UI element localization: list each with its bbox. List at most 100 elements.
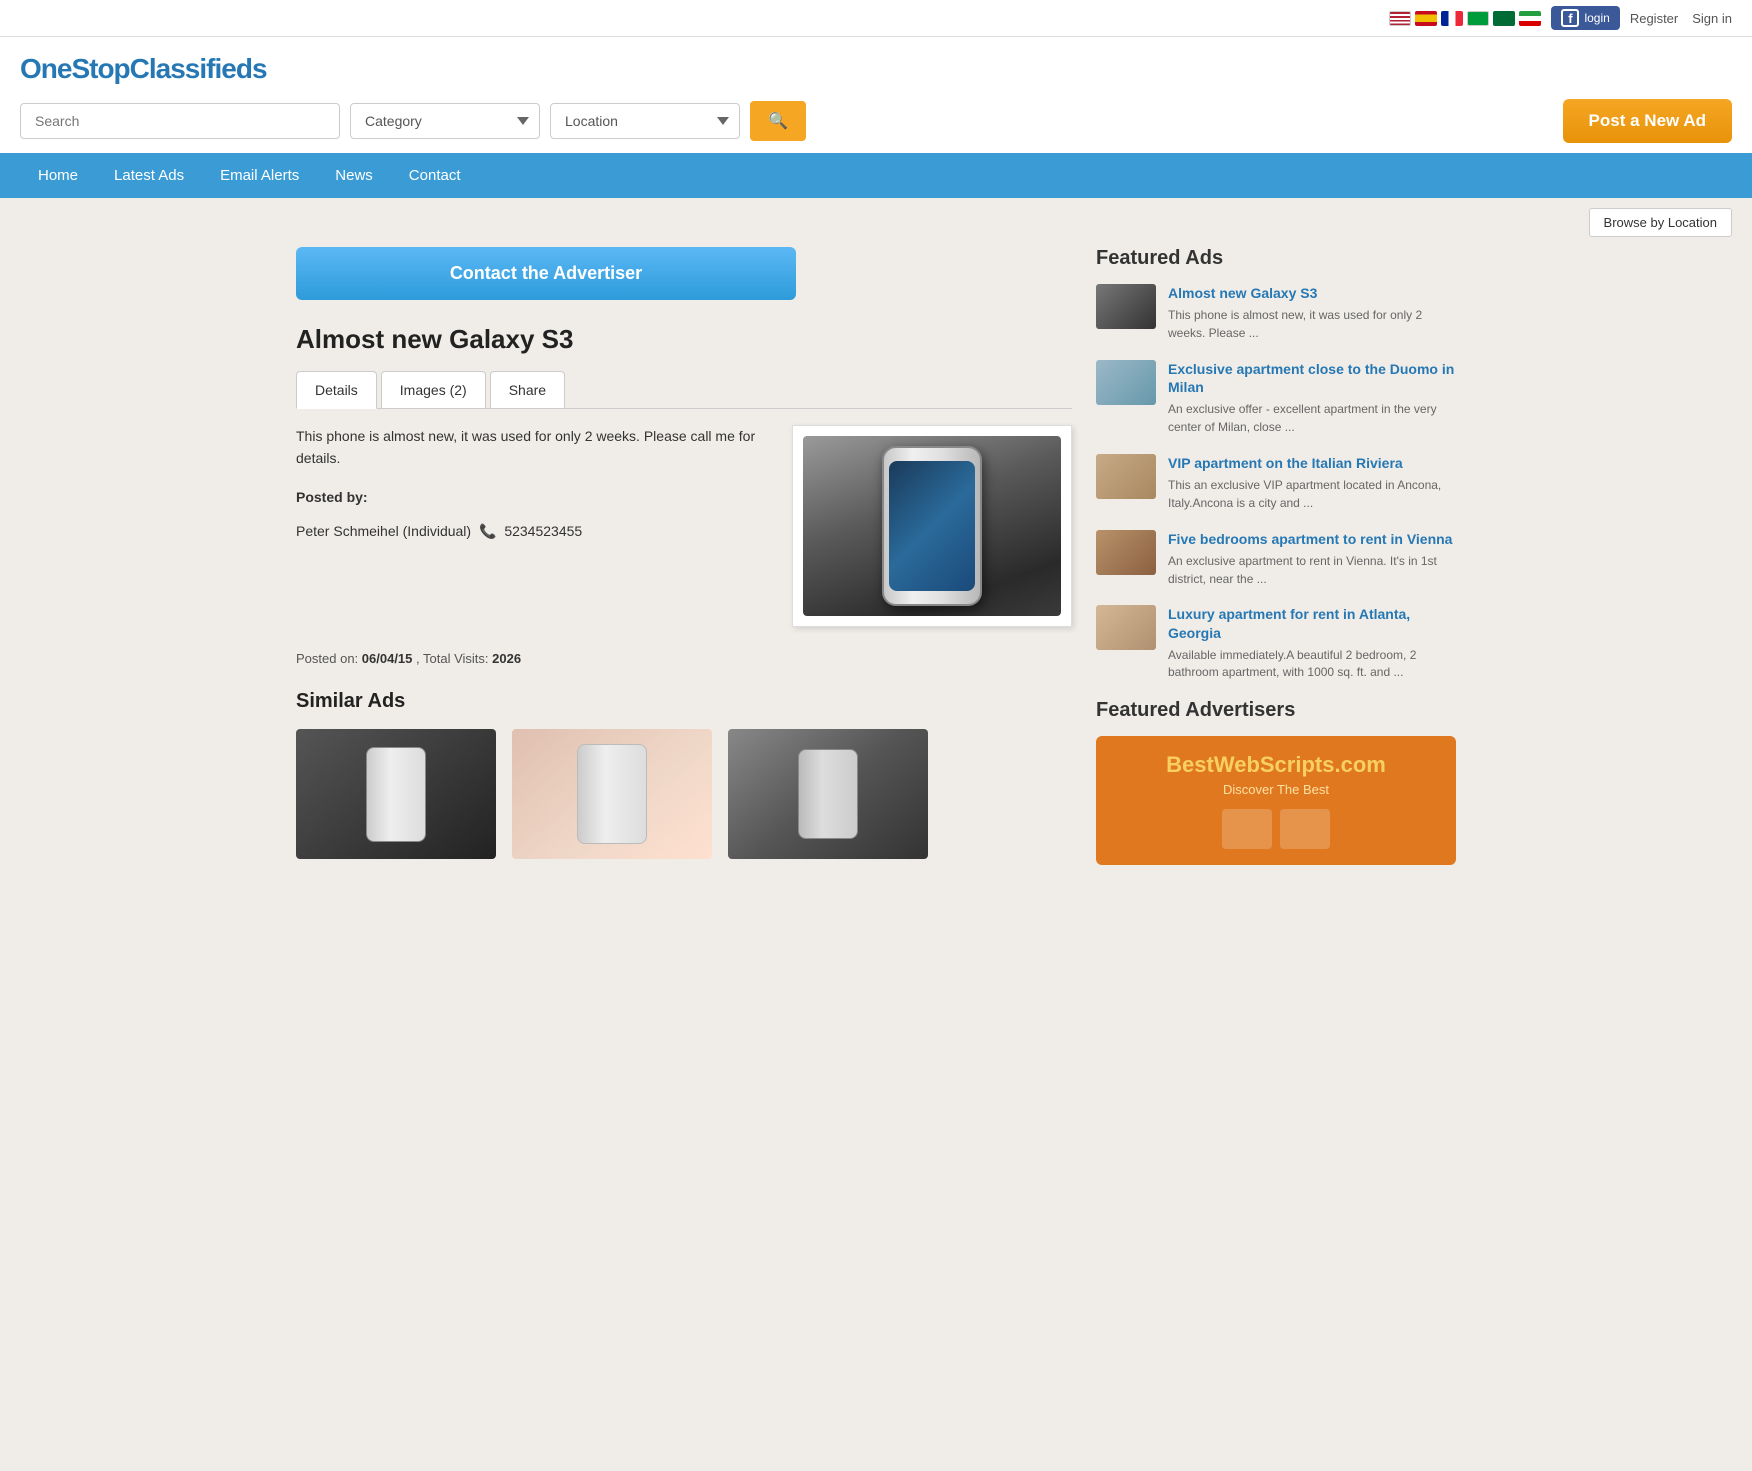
advertiser-banner-sub: Discover The Best bbox=[1112, 782, 1440, 797]
flags bbox=[1389, 11, 1541, 26]
similar-ad-image-1 bbox=[296, 729, 496, 859]
featured-ad-info-0: Almost new Galaxy S3 This phone is almos… bbox=[1168, 284, 1456, 342]
phone-body-visual bbox=[882, 446, 982, 606]
similar-ad-item bbox=[512, 729, 712, 859]
featured-ad-thumb-3 bbox=[1096, 530, 1156, 575]
advertiser-banner: BestWebScripts.com Discover The Best bbox=[1096, 736, 1456, 865]
search-bar: Category Location 🔍 Post a New Ad bbox=[20, 99, 1732, 143]
featured-ad-item-2: VIP apartment on the Italian Riviera Thi… bbox=[1096, 454, 1456, 512]
advertiser-tld: .com bbox=[1334, 752, 1385, 777]
ad-image-wrap bbox=[792, 425, 1072, 627]
similar-ads-title: Similar Ads bbox=[296, 690, 1072, 713]
poster-name: Peter Schmeihel (Individual) 📞 523452345… bbox=[296, 520, 768, 542]
featured-ad-snippet-1: An exclusive offer - excellent apartment… bbox=[1168, 402, 1437, 434]
featured-ad-thumb-2 bbox=[1096, 454, 1156, 499]
tab-details[interactable]: Details bbox=[296, 371, 377, 409]
post-new-ad-button[interactable]: Post a New Ad bbox=[1563, 99, 1732, 143]
category-select[interactable]: Category bbox=[350, 103, 540, 139]
search-button[interactable]: 🔍 bbox=[750, 101, 806, 141]
facebook-login-button[interactable]: f login bbox=[1551, 6, 1619, 30]
register-link[interactable]: Register bbox=[1630, 11, 1678, 26]
sign-in-link[interactable]: Sign in bbox=[1692, 11, 1732, 26]
featured-ads-title: Featured Ads bbox=[1096, 247, 1456, 270]
tab-images[interactable]: Images (2) bbox=[381, 371, 486, 408]
advertiser-name-main: BestWebScripts bbox=[1166, 752, 1334, 777]
similar-ad-image-2 bbox=[512, 729, 712, 859]
flag-sa[interactable] bbox=[1493, 11, 1515, 26]
ad-image-placeholder bbox=[803, 436, 1061, 616]
featured-ad-item-0: Almost new Galaxy S3 This phone is almos… bbox=[1096, 284, 1456, 342]
similar-ad-item bbox=[728, 729, 928, 859]
top-links: Register Sign in bbox=[1630, 11, 1732, 26]
ad-text: This phone is almost new, it was used fo… bbox=[296, 425, 768, 627]
fb-login-label: login bbox=[1584, 11, 1609, 25]
poster-name-text: Peter Schmeihel (Individual) bbox=[296, 523, 471, 539]
contact-advertiser-button[interactable]: Contact the Advertiser bbox=[296, 247, 796, 300]
flag-ir[interactable] bbox=[1519, 11, 1541, 26]
featured-ads-list: Almost new Galaxy S3 This phone is almos… bbox=[1096, 284, 1456, 681]
featured-ad-info-3: Five bedrooms apartment to rent in Vienn… bbox=[1168, 530, 1456, 588]
tabs: Details Images (2) Share bbox=[296, 371, 1072, 409]
top-bar: f login Register Sign in bbox=[0, 0, 1752, 37]
featured-ad-link-1[interactable]: Exclusive apartment close to the Duomo i… bbox=[1168, 360, 1456, 396]
flag-es[interactable] bbox=[1415, 11, 1437, 26]
featured-ad-link-3[interactable]: Five bedrooms apartment to rent in Vienn… bbox=[1168, 530, 1456, 548]
posted-by-label: Posted by: bbox=[296, 486, 768, 508]
right-sidebar: Featured Ads Almost new Galaxy S3 This p… bbox=[1096, 247, 1456, 865]
nav-contact[interactable]: Contact bbox=[391, 153, 479, 198]
visits-count: 2026 bbox=[492, 651, 521, 666]
nav-news[interactable]: News bbox=[317, 153, 391, 198]
facebook-icon: f bbox=[1561, 9, 1579, 27]
similar-ad-image-3 bbox=[728, 729, 928, 859]
featured-ad-snippet-0: This phone is almost new, it was used fo… bbox=[1168, 308, 1422, 340]
featured-ad-link-4[interactable]: Luxury apartment for rent in Atlanta, Ge… bbox=[1168, 605, 1456, 641]
flag-br[interactable] bbox=[1467, 11, 1489, 26]
ad-detail-content: This phone is almost new, it was used fo… bbox=[296, 425, 1072, 627]
flag-us[interactable] bbox=[1389, 11, 1411, 26]
posted-date-label: Posted on: bbox=[296, 651, 358, 666]
browse-by-location-button[interactable]: Browse by Location bbox=[1589, 208, 1732, 237]
advertiser-banner-name: BestWebScripts.com bbox=[1112, 752, 1440, 778]
left-content: Contact the Advertiser Almost new Galaxy… bbox=[296, 247, 1072, 865]
ad-image-box bbox=[792, 425, 1072, 627]
phone-icon: 📞 bbox=[479, 520, 496, 542]
flag-fr[interactable] bbox=[1441, 11, 1463, 26]
featured-ad-thumb-1 bbox=[1096, 360, 1156, 405]
similar-ads-grid bbox=[296, 729, 1072, 859]
featured-ad-item-3: Five bedrooms apartment to rent in Vienn… bbox=[1096, 530, 1456, 588]
site-title[interactable]: OneStopClassifieds bbox=[20, 53, 1732, 85]
similar-ad-item bbox=[296, 729, 496, 859]
header: OneStopClassifieds Category Location 🔍 P… bbox=[0, 37, 1752, 153]
featured-ad-snippet-2: This an exclusive VIP apartment located … bbox=[1168, 478, 1441, 510]
nav-latest-ads[interactable]: Latest Ads bbox=[96, 153, 202, 198]
featured-ad-link-2[interactable]: VIP apartment on the Italian Riviera bbox=[1168, 454, 1456, 472]
featured-ad-item-1: Exclusive apartment close to the Duomo i… bbox=[1096, 360, 1456, 436]
phone-number: 5234523455 bbox=[504, 523, 582, 539]
search-input[interactable] bbox=[20, 103, 340, 139]
post-info: Posted on: 06/04/15 , Total Visits: 2026 bbox=[296, 651, 1072, 666]
featured-ad-info-1: Exclusive apartment close to the Duomo i… bbox=[1168, 360, 1456, 436]
main-layout: Contact the Advertiser Almost new Galaxy… bbox=[276, 247, 1476, 895]
contact-advertiser-wrap: Contact the Advertiser bbox=[296, 247, 1072, 300]
advertiser-icon-2 bbox=[1280, 809, 1330, 849]
featured-advertisers-title: Featured Advertisers bbox=[1096, 699, 1456, 722]
featured-ad-link-0[interactable]: Almost new Galaxy S3 bbox=[1168, 284, 1456, 302]
featured-ad-item-4: Luxury apartment for rent in Atlanta, Ge… bbox=[1096, 605, 1456, 681]
browse-location-bar: Browse by Location bbox=[0, 198, 1752, 247]
featured-ad-thumb-4 bbox=[1096, 605, 1156, 650]
featured-ad-thumb-0 bbox=[1096, 284, 1156, 329]
visits-label: Total Visits: bbox=[423, 651, 489, 666]
nav-bar: Home Latest Ads Email Alerts News Contac… bbox=[0, 153, 1752, 198]
featured-ad-snippet-4: Available immediately.A beautiful 2 bedr… bbox=[1168, 648, 1416, 680]
galaxy-visual bbox=[803, 436, 1061, 616]
advertiser-icon-1 bbox=[1222, 809, 1272, 849]
phone-screen-visual bbox=[889, 461, 975, 591]
featured-ad-info-2: VIP apartment on the Italian Riviera Thi… bbox=[1168, 454, 1456, 512]
featured-ad-info-4: Luxury apartment for rent in Atlanta, Ge… bbox=[1168, 605, 1456, 681]
posted-date: 06/04/15 bbox=[362, 651, 413, 666]
search-icon: 🔍 bbox=[768, 113, 788, 130]
tab-share[interactable]: Share bbox=[490, 371, 565, 408]
nav-home[interactable]: Home bbox=[20, 153, 96, 198]
nav-email-alerts[interactable]: Email Alerts bbox=[202, 153, 317, 198]
location-select[interactable]: Location bbox=[550, 103, 740, 139]
